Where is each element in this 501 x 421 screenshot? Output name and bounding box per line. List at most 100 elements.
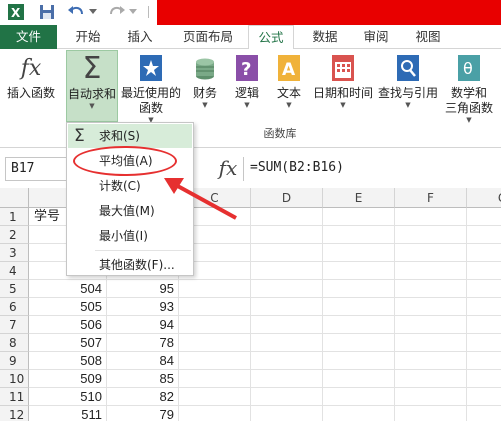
row-header[interactable]: 7 — [0, 316, 29, 334]
cell-empty[interactable] — [395, 316, 467, 334]
cell-empty[interactable] — [323, 388, 395, 406]
cell-empty[interactable] — [395, 388, 467, 406]
cell-empty[interactable] — [179, 388, 251, 406]
tab-formulas[interactable]: 公式 — [248, 25, 294, 50]
cell-empty[interactable] — [179, 316, 251, 334]
tab-review[interactable]: 审阅 — [354, 25, 398, 49]
logical-button[interactable]: ? 逻辑 ▼ — [232, 53, 262, 110]
cell-a[interactable]: 508 — [29, 352, 107, 370]
cell-empty[interactable] — [179, 298, 251, 316]
row-header[interactable]: 8 — [0, 334, 29, 352]
tab-insert[interactable]: 插入 — [118, 25, 162, 49]
autosum-button[interactable]: Σ 自动求和 ▼ — [66, 50, 118, 122]
tab-file[interactable]: 文件 — [0, 25, 57, 49]
cell-empty[interactable] — [251, 244, 323, 262]
cell-empty[interactable] — [179, 280, 251, 298]
cell-empty[interactable] — [251, 262, 323, 280]
cell-empty[interactable] — [251, 352, 323, 370]
select-all-corner[interactable] — [0, 188, 29, 208]
cell-b[interactable]: 84 — [107, 352, 179, 370]
row-header[interactable]: 5 — [0, 280, 29, 298]
cell-empty[interactable] — [251, 388, 323, 406]
cell-a[interactable]: 509 — [29, 370, 107, 388]
cell-empty[interactable] — [323, 334, 395, 352]
row-header[interactable]: 6 — [0, 298, 29, 316]
cell-empty[interactable] — [323, 352, 395, 370]
column-header-g[interactable]: G — [467, 188, 501, 208]
insert-function-button[interactable]: fx 插入函数 — [3, 53, 59, 101]
cell-empty[interactable] — [251, 226, 323, 244]
cell-empty[interactable] — [323, 262, 395, 280]
cell-empty[interactable] — [323, 226, 395, 244]
cell-empty[interactable] — [251, 370, 323, 388]
cell-b[interactable]: 85 — [107, 370, 179, 388]
cell-b[interactable]: 78 — [107, 334, 179, 352]
menu-item-more-functions[interactable]: 其他函数(F)... — [68, 253, 192, 277]
cell-empty[interactable] — [251, 208, 323, 226]
tab-data[interactable]: 数据 — [303, 25, 347, 49]
cell-empty[interactable] — [179, 406, 251, 421]
cell-empty[interactable] — [467, 334, 501, 352]
name-box[interactable]: B17 — [5, 157, 67, 181]
cell-empty[interactable] — [395, 352, 467, 370]
cell-empty[interactable] — [395, 298, 467, 316]
cell-empty[interactable] — [467, 280, 501, 298]
row-header[interactable]: 1 — [0, 208, 29, 226]
cell-empty[interactable] — [467, 352, 501, 370]
cell-empty[interactable] — [323, 280, 395, 298]
row-header[interactable]: 2 — [0, 226, 29, 244]
cell-empty[interactable] — [179, 352, 251, 370]
cell-b[interactable]: 94 — [107, 316, 179, 334]
cell-empty[interactable] — [323, 406, 395, 421]
redo-dropdown-icon[interactable] — [128, 2, 138, 22]
row-header[interactable]: 3 — [0, 244, 29, 262]
cell-a[interactable]: 507 — [29, 334, 107, 352]
cell-empty[interactable] — [251, 298, 323, 316]
save-icon[interactable] — [37, 2, 57, 22]
cell-empty[interactable] — [467, 262, 501, 280]
cell-empty[interactable] — [467, 316, 501, 334]
cell-empty[interactable] — [395, 406, 467, 421]
row-header[interactable]: 12 — [0, 406, 29, 421]
column-header-f[interactable]: F — [395, 188, 467, 208]
cell-empty[interactable] — [395, 262, 467, 280]
cell-empty[interactable] — [467, 370, 501, 388]
cell-empty[interactable] — [323, 244, 395, 262]
tab-view[interactable]: 视图 — [406, 25, 450, 49]
redo-icon[interactable] — [107, 2, 127, 22]
row-header[interactable]: 10 — [0, 370, 29, 388]
cell-empty[interactable] — [251, 316, 323, 334]
undo-icon[interactable] — [66, 2, 86, 22]
menu-item-sum[interactable]: Σ 求和(S) — [68, 124, 192, 148]
cell-empty[interactable] — [395, 334, 467, 352]
cell-a[interactable]: 504 — [29, 280, 107, 298]
cell-b[interactable]: 79 — [107, 406, 179, 421]
date-time-button[interactable]: 日期和时间 ▼ — [310, 53, 376, 110]
cell-empty[interactable] — [179, 370, 251, 388]
column-header-e[interactable]: E — [323, 188, 395, 208]
cell-a[interactable]: 510 — [29, 388, 107, 406]
cell-a[interactable]: 505 — [29, 298, 107, 316]
recently-used-button[interactable]: 最近使用的 函数 ▼ — [120, 53, 182, 125]
cell-a[interactable]: 511 — [29, 406, 107, 421]
cell-empty[interactable] — [251, 280, 323, 298]
cell-empty[interactable] — [251, 406, 323, 421]
row-header[interactable]: 9 — [0, 352, 29, 370]
formula-input[interactable]: =SUM(B2:B16) — [243, 157, 501, 181]
undo-dropdown-icon[interactable] — [88, 2, 98, 22]
cell-empty[interactable] — [323, 316, 395, 334]
menu-item-min[interactable]: 最小值(I) — [68, 224, 192, 248]
cell-empty[interactable] — [323, 298, 395, 316]
cell-a[interactable]: 506 — [29, 316, 107, 334]
cell-empty[interactable] — [467, 406, 501, 421]
cell-b[interactable]: 82 — [107, 388, 179, 406]
cell-empty[interactable] — [179, 334, 251, 352]
cell-empty[interactable] — [395, 244, 467, 262]
tab-page-layout[interactable]: 页面布局 — [172, 25, 244, 49]
cell-empty[interactable] — [467, 298, 501, 316]
row-header[interactable]: 11 — [0, 388, 29, 406]
cell-empty[interactable] — [467, 226, 501, 244]
tab-home[interactable]: 开始 — [66, 25, 110, 49]
cell-empty[interactable] — [467, 208, 501, 226]
cell-empty[interactable] — [395, 280, 467, 298]
